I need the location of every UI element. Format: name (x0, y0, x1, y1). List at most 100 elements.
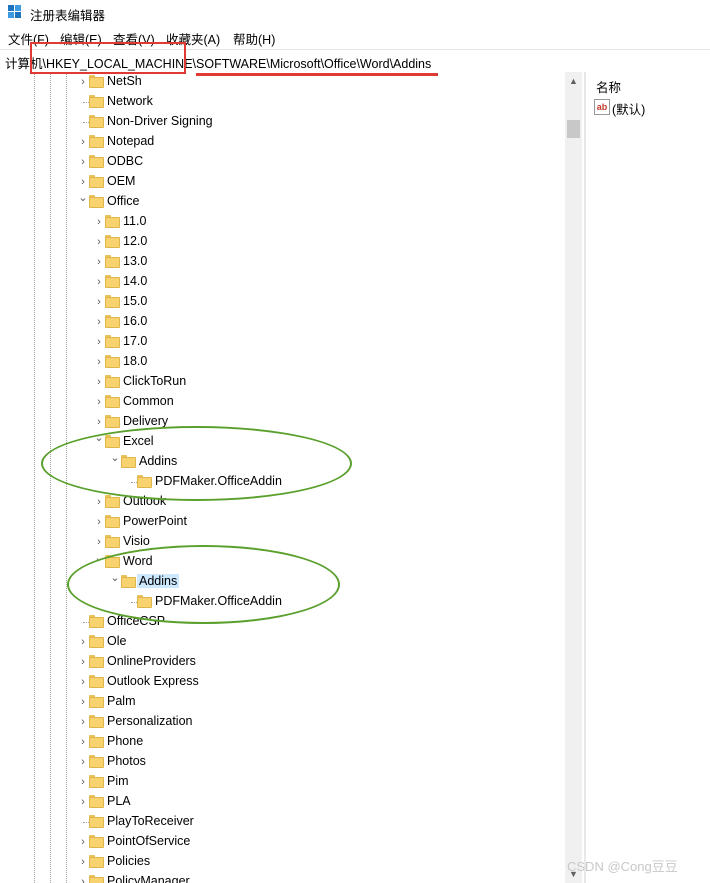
tree-node[interactable]: › 17.0 (0, 332, 565, 352)
tree-node-label[interactable]: 17.0 (121, 334, 149, 348)
chevron-right-icon[interactable]: › (94, 213, 104, 231)
tree-node[interactable]: › PointOfService (0, 832, 565, 852)
tree-node-label[interactable]: Non-Driver Signing (105, 114, 215, 128)
tree-node-label[interactable]: PointOfService (105, 834, 192, 848)
chevron-right-icon[interactable]: › (78, 693, 88, 711)
chevron-right-icon[interactable]: › (94, 253, 104, 271)
tree-node[interactable]: › Visio (0, 532, 565, 552)
tree-node-label[interactable]: Outlook Express (105, 674, 201, 688)
chevron-right-icon[interactable]: › (78, 73, 88, 91)
tree-node[interactable]: › 18.0 (0, 352, 565, 372)
tree-node-label[interactable]: Common (121, 394, 176, 408)
tree-node[interactable]: › 15.0 (0, 292, 565, 312)
tree-node-label[interactable]: OEM (105, 174, 137, 188)
tree-node-label[interactable]: Pim (105, 774, 131, 788)
tree-node-label[interactable]: ClickToRun (121, 374, 188, 388)
tree-node-label[interactable]: 12.0 (121, 234, 149, 248)
chevron-right-icon[interactable]: › (78, 773, 88, 791)
tree-node-label[interactable]: Network (105, 94, 155, 108)
folder-icon (105, 415, 120, 428)
tree-node[interactable]: › Common (0, 392, 565, 412)
tree-node-label[interactable]: Office (105, 194, 141, 208)
tree-node[interactable]: Non-Driver Signing (0, 112, 565, 132)
tree-node-label[interactable]: 18.0 (121, 354, 149, 368)
tree-node[interactable]: › Delivery (0, 412, 565, 432)
tree-node[interactable]: › Outlook Express (0, 672, 565, 692)
tree-node-label[interactable]: PowerPoint (121, 514, 189, 528)
tree-node-label[interactable]: 11.0 (121, 214, 148, 228)
chevron-right-icon[interactable]: › (94, 353, 104, 371)
tree-node[interactable]: › 14.0 (0, 272, 565, 292)
tree-node[interactable]: › 12.0 (0, 232, 565, 252)
scroll-up-arrow-icon[interactable]: ▲ (569, 76, 578, 86)
tree-node[interactable]: › PolicyManager (0, 872, 565, 883)
chevron-right-icon[interactable]: › (94, 273, 104, 291)
tree-node[interactable]: › Outlook (0, 492, 565, 512)
column-header-name[interactable]: 名称 (596, 77, 621, 96)
chevron-right-icon[interactable]: › (94, 313, 104, 331)
tree-node-label[interactable]: Personalization (105, 714, 194, 728)
value-list[interactable]: 名称 ab (默认) (586, 72, 710, 883)
tree-node[interactable]: › Phone (0, 732, 565, 752)
tree-node-label[interactable]: Phone (105, 734, 145, 748)
chevron-right-icon[interactable]: › (94, 233, 104, 251)
chevron-right-icon[interactable]: › (94, 373, 104, 391)
tree-node-label[interactable]: 16.0 (121, 314, 149, 328)
chevron-right-icon[interactable]: › (78, 853, 88, 871)
chevron-right-icon[interactable]: › (78, 873, 88, 883)
chevron-right-icon[interactable]: › (78, 713, 88, 731)
chevron-right-icon[interactable]: › (94, 493, 104, 511)
tree-node-label[interactable]: Photos (105, 754, 148, 768)
tree-node[interactable]: › Personalization (0, 712, 565, 732)
tree-node[interactable]: › 11.0 (0, 212, 565, 232)
tree-scrollbar[interactable]: ▲ ▼ (565, 72, 582, 883)
chevron-right-icon[interactable]: › (78, 633, 88, 651)
chevron-right-icon[interactable]: › (78, 753, 88, 771)
tree-node-label[interactable]: Palm (105, 694, 137, 708)
tree-node[interactable]: › Pim (0, 772, 565, 792)
tree-node[interactable]: › OnlineProviders (0, 652, 565, 672)
chevron-right-icon[interactable]: › (78, 133, 88, 151)
chevron-right-icon[interactable]: › (78, 733, 88, 751)
folder-icon (89, 835, 104, 848)
tree-node-label[interactable]: ODBC (105, 154, 145, 168)
tree-node[interactable]: PlayToReceiver (0, 812, 565, 832)
tree-node-label[interactable]: 14.0 (121, 274, 149, 288)
tree-node-label[interactable]: Ole (105, 634, 128, 648)
chevron-right-icon[interactable]: › (78, 653, 88, 671)
tree-node[interactable]: › Palm (0, 692, 565, 712)
tree-node-label[interactable]: PolicyManager (105, 874, 192, 883)
tree-node[interactable]: ⌄ Office (0, 192, 565, 212)
tree-node-label[interactable]: Policies (105, 854, 152, 868)
tree-node[interactable]: › ODBC (0, 152, 565, 172)
tree-node[interactable]: › Photos (0, 752, 565, 772)
tree-node[interactable]: › 16.0 (0, 312, 565, 332)
chevron-right-icon[interactable]: › (94, 393, 104, 411)
chevron-right-icon[interactable]: › (78, 153, 88, 171)
chevron-right-icon[interactable]: › (78, 793, 88, 811)
tree-node[interactable]: Network (0, 92, 565, 112)
chevron-down-icon[interactable]: ⌄ (78, 189, 88, 207)
tree-node[interactable]: › ClickToRun (0, 372, 565, 392)
tree-node-label[interactable]: 13.0 (121, 254, 149, 268)
chevron-right-icon[interactable]: › (78, 833, 88, 851)
scroll-thumb[interactable] (567, 120, 580, 138)
tree-node-label[interactable]: Notepad (105, 134, 156, 148)
menu-help[interactable]: 帮助(H) (233, 29, 275, 48)
chevron-right-icon[interactable]: › (94, 513, 104, 531)
tree-node[interactable]: › PowerPoint (0, 512, 565, 532)
tree-node[interactable]: › Ole (0, 632, 565, 652)
tree-node-label[interactable]: PLA (105, 794, 133, 808)
tree-node[interactable]: › Notepad (0, 132, 565, 152)
tree-node[interactable]: › 13.0 (0, 252, 565, 272)
tree-node-label[interactable]: PlayToReceiver (105, 814, 196, 828)
tree-node-label[interactable]: Visio (121, 534, 152, 548)
tree-node[interactable]: › PLA (0, 792, 565, 812)
chevron-right-icon[interactable]: › (78, 673, 88, 691)
tree-node-label[interactable]: 15.0 (121, 294, 149, 308)
tree-node-label[interactable]: NetSh (105, 74, 144, 88)
chevron-right-icon[interactable]: › (94, 293, 104, 311)
tree-node-label[interactable]: OnlineProviders (105, 654, 198, 668)
chevron-right-icon[interactable]: › (94, 333, 104, 351)
tree-node[interactable]: › Policies (0, 852, 565, 872)
